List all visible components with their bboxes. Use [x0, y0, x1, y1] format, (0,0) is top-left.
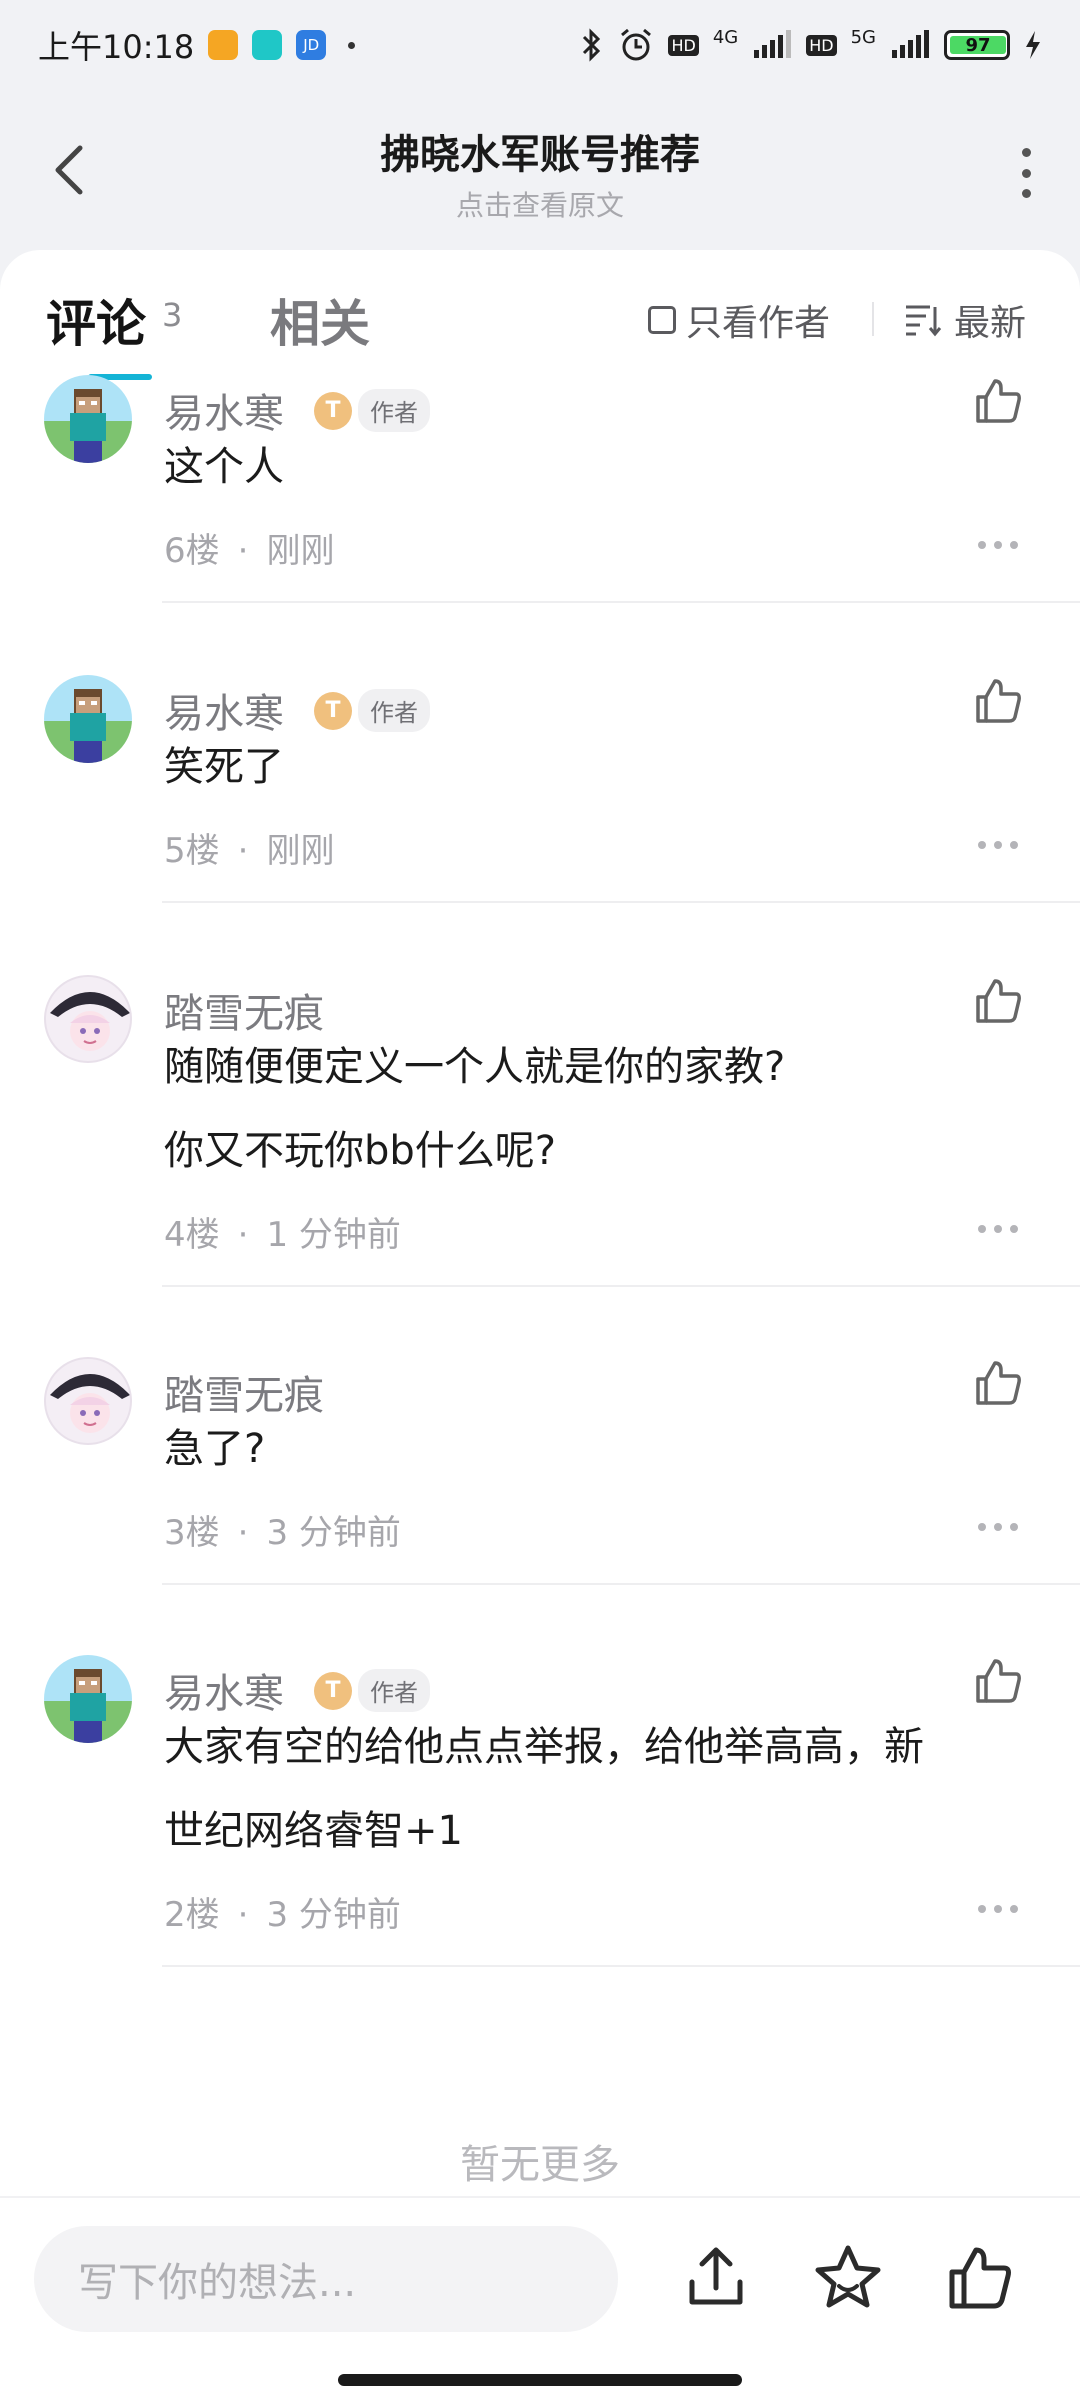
- meta-separator: ·: [237, 1215, 249, 1255]
- bluetooth-icon: [583, 28, 601, 62]
- comment-text: 急了?: [164, 1426, 266, 1472]
- battery-icon: 97: [944, 30, 1010, 60]
- comment-input[interactable]: 写下你的想法...: [34, 2226, 618, 2332]
- level-badge-icon: T: [314, 1671, 352, 1710]
- comment-more-icon[interactable]: [978, 1225, 1018, 1235]
- star-icon[interactable]: [812, 2242, 884, 2314]
- comment-time: 刚刚: [266, 831, 335, 871]
- like-icon[interactable]: [972, 375, 1024, 427]
- like-icon[interactable]: [972, 1655, 1024, 1707]
- comment-text: 随随便便定义一个人就是你的家教?: [164, 1044, 786, 1090]
- meta-separator: ·: [237, 1513, 249, 1553]
- sort-label: 最新: [954, 303, 1027, 344]
- page-title: 拂晓水军账号推荐: [380, 132, 700, 178]
- comment-text: 这个人: [164, 444, 284, 490]
- comments-card: 评论 3 相关 只看作者 最新: [0, 250, 1080, 2200]
- like-icon[interactable]: [972, 675, 1024, 727]
- comment-more-icon[interactable]: [978, 841, 1018, 851]
- sort-icon: [906, 305, 942, 337]
- status-time: 上午10:18: [38, 28, 195, 66]
- checkbox-icon[interactable]: [648, 306, 676, 334]
- like-icon[interactable]: [972, 975, 1024, 1027]
- comment-text: 大家有空的给他点点举报，给他举高高，新: [164, 1724, 924, 1770]
- jd-app-icon: JD: [296, 30, 327, 60]
- floor-number: 6楼: [164, 531, 220, 571]
- comment-more-icon[interactable]: [978, 541, 1018, 551]
- meta-separator: ·: [237, 831, 249, 871]
- battery-level: 97: [950, 35, 1006, 56]
- status-bar: 上午10:18 JD HD 4G HD 5G 97: [0, 0, 1080, 90]
- avatar[interactable]: [44, 675, 132, 763]
- network-4g-label: 4G: [712, 27, 739, 48]
- comment-separator: [162, 1285, 1080, 1287]
- more-options-icon[interactable]: [1012, 148, 1040, 198]
- bottom-bar: 写下你的想法...: [0, 2196, 1080, 2400]
- comment-more-icon[interactable]: [978, 1905, 1018, 1915]
- no-more-label: 暂无更多: [460, 2142, 620, 2188]
- only-author-label: 只看作者: [686, 303, 831, 344]
- user-badges: T 作者: [314, 689, 430, 732]
- teal-app-icon: [252, 30, 283, 60]
- level-badge-icon: T: [314, 391, 352, 430]
- orange-app-icon: [208, 30, 239, 60]
- signal-icon-2: [892, 30, 929, 58]
- comment-separator: [162, 601, 1080, 603]
- comment-text: 笑死了: [164, 744, 284, 790]
- tab-comments[interactable]: 评论: [46, 284, 146, 356]
- author-tag: 作者: [358, 389, 430, 432]
- comment-separator: [162, 1583, 1080, 1585]
- floor-number: 2楼: [164, 1895, 220, 1935]
- avatar[interactable]: [44, 375, 132, 463]
- signal-icon: [754, 30, 792, 58]
- comment-meta: 4楼 · 1 分钟前: [164, 1207, 401, 1256]
- level-badge-icon: T: [314, 691, 352, 730]
- comment-time: 3 分钟前: [266, 1513, 401, 1553]
- divider: [872, 302, 874, 336]
- notification-dot-icon: [348, 41, 356, 49]
- comment-text: 世纪网络睿智+1: [164, 1808, 463, 1854]
- comment-meta: 2楼 · 3 分钟前: [164, 1887, 401, 1936]
- comment-meta: 5楼 · 刚刚: [164, 823, 334, 872]
- view-original-link[interactable]: 点击查看原文: [0, 184, 1080, 224]
- floor-number: 5楼: [164, 831, 220, 871]
- comment-time: 3 分钟前: [266, 1895, 401, 1935]
- comment-meta: 6楼 · 刚刚: [164, 523, 334, 572]
- comment-meta: 3楼 · 3 分钟前: [164, 1505, 401, 1554]
- meta-separator: ·: [237, 531, 249, 571]
- only-author-toggle[interactable]: 只看作者: [648, 294, 830, 346]
- comment-time: 1 分钟前: [266, 1215, 401, 1255]
- header: 拂晓水军账号推荐 点击查看原文: [0, 100, 1080, 240]
- tab-related[interactable]: 相关: [270, 284, 370, 356]
- tab-bar: 评论 3 相关 只看作者 最新: [0, 250, 1080, 380]
- comment-more-icon[interactable]: [978, 1523, 1018, 1533]
- comment-time: 刚刚: [266, 531, 335, 571]
- home-indicator: [338, 2374, 742, 2386]
- meta-separator: ·: [237, 1895, 249, 1935]
- charging-icon: [1026, 31, 1040, 59]
- author-tag: 作者: [358, 689, 430, 732]
- floor-number: 4楼: [164, 1215, 220, 1255]
- comment-separator: [162, 901, 1080, 903]
- avatar[interactable]: [44, 1357, 132, 1445]
- user-badges: T 作者: [314, 389, 430, 432]
- sort-button[interactable]: 最新: [904, 294, 1026, 346]
- avatar[interactable]: [44, 1655, 132, 1743]
- comment-text: 你又不玩你bb什么呢?: [164, 1128, 557, 1174]
- avatar[interactable]: [44, 975, 132, 1063]
- share-icon[interactable]: [680, 2242, 752, 2314]
- comment-input-placeholder: 写下你的想法...: [78, 2260, 357, 2306]
- network-5g-label: 5G: [850, 27, 876, 48]
- hd-badge-2: HD: [806, 34, 837, 56]
- thumb-up-icon[interactable]: [944, 2242, 1016, 2314]
- floor-number: 3楼: [164, 1513, 220, 1553]
- comment-separator: [162, 1965, 1080, 1967]
- alarm-icon: [621, 28, 652, 61]
- hd-badge: HD: [668, 34, 699, 56]
- comments-count: 3: [162, 296, 183, 334]
- like-icon[interactable]: [972, 1357, 1024, 1409]
